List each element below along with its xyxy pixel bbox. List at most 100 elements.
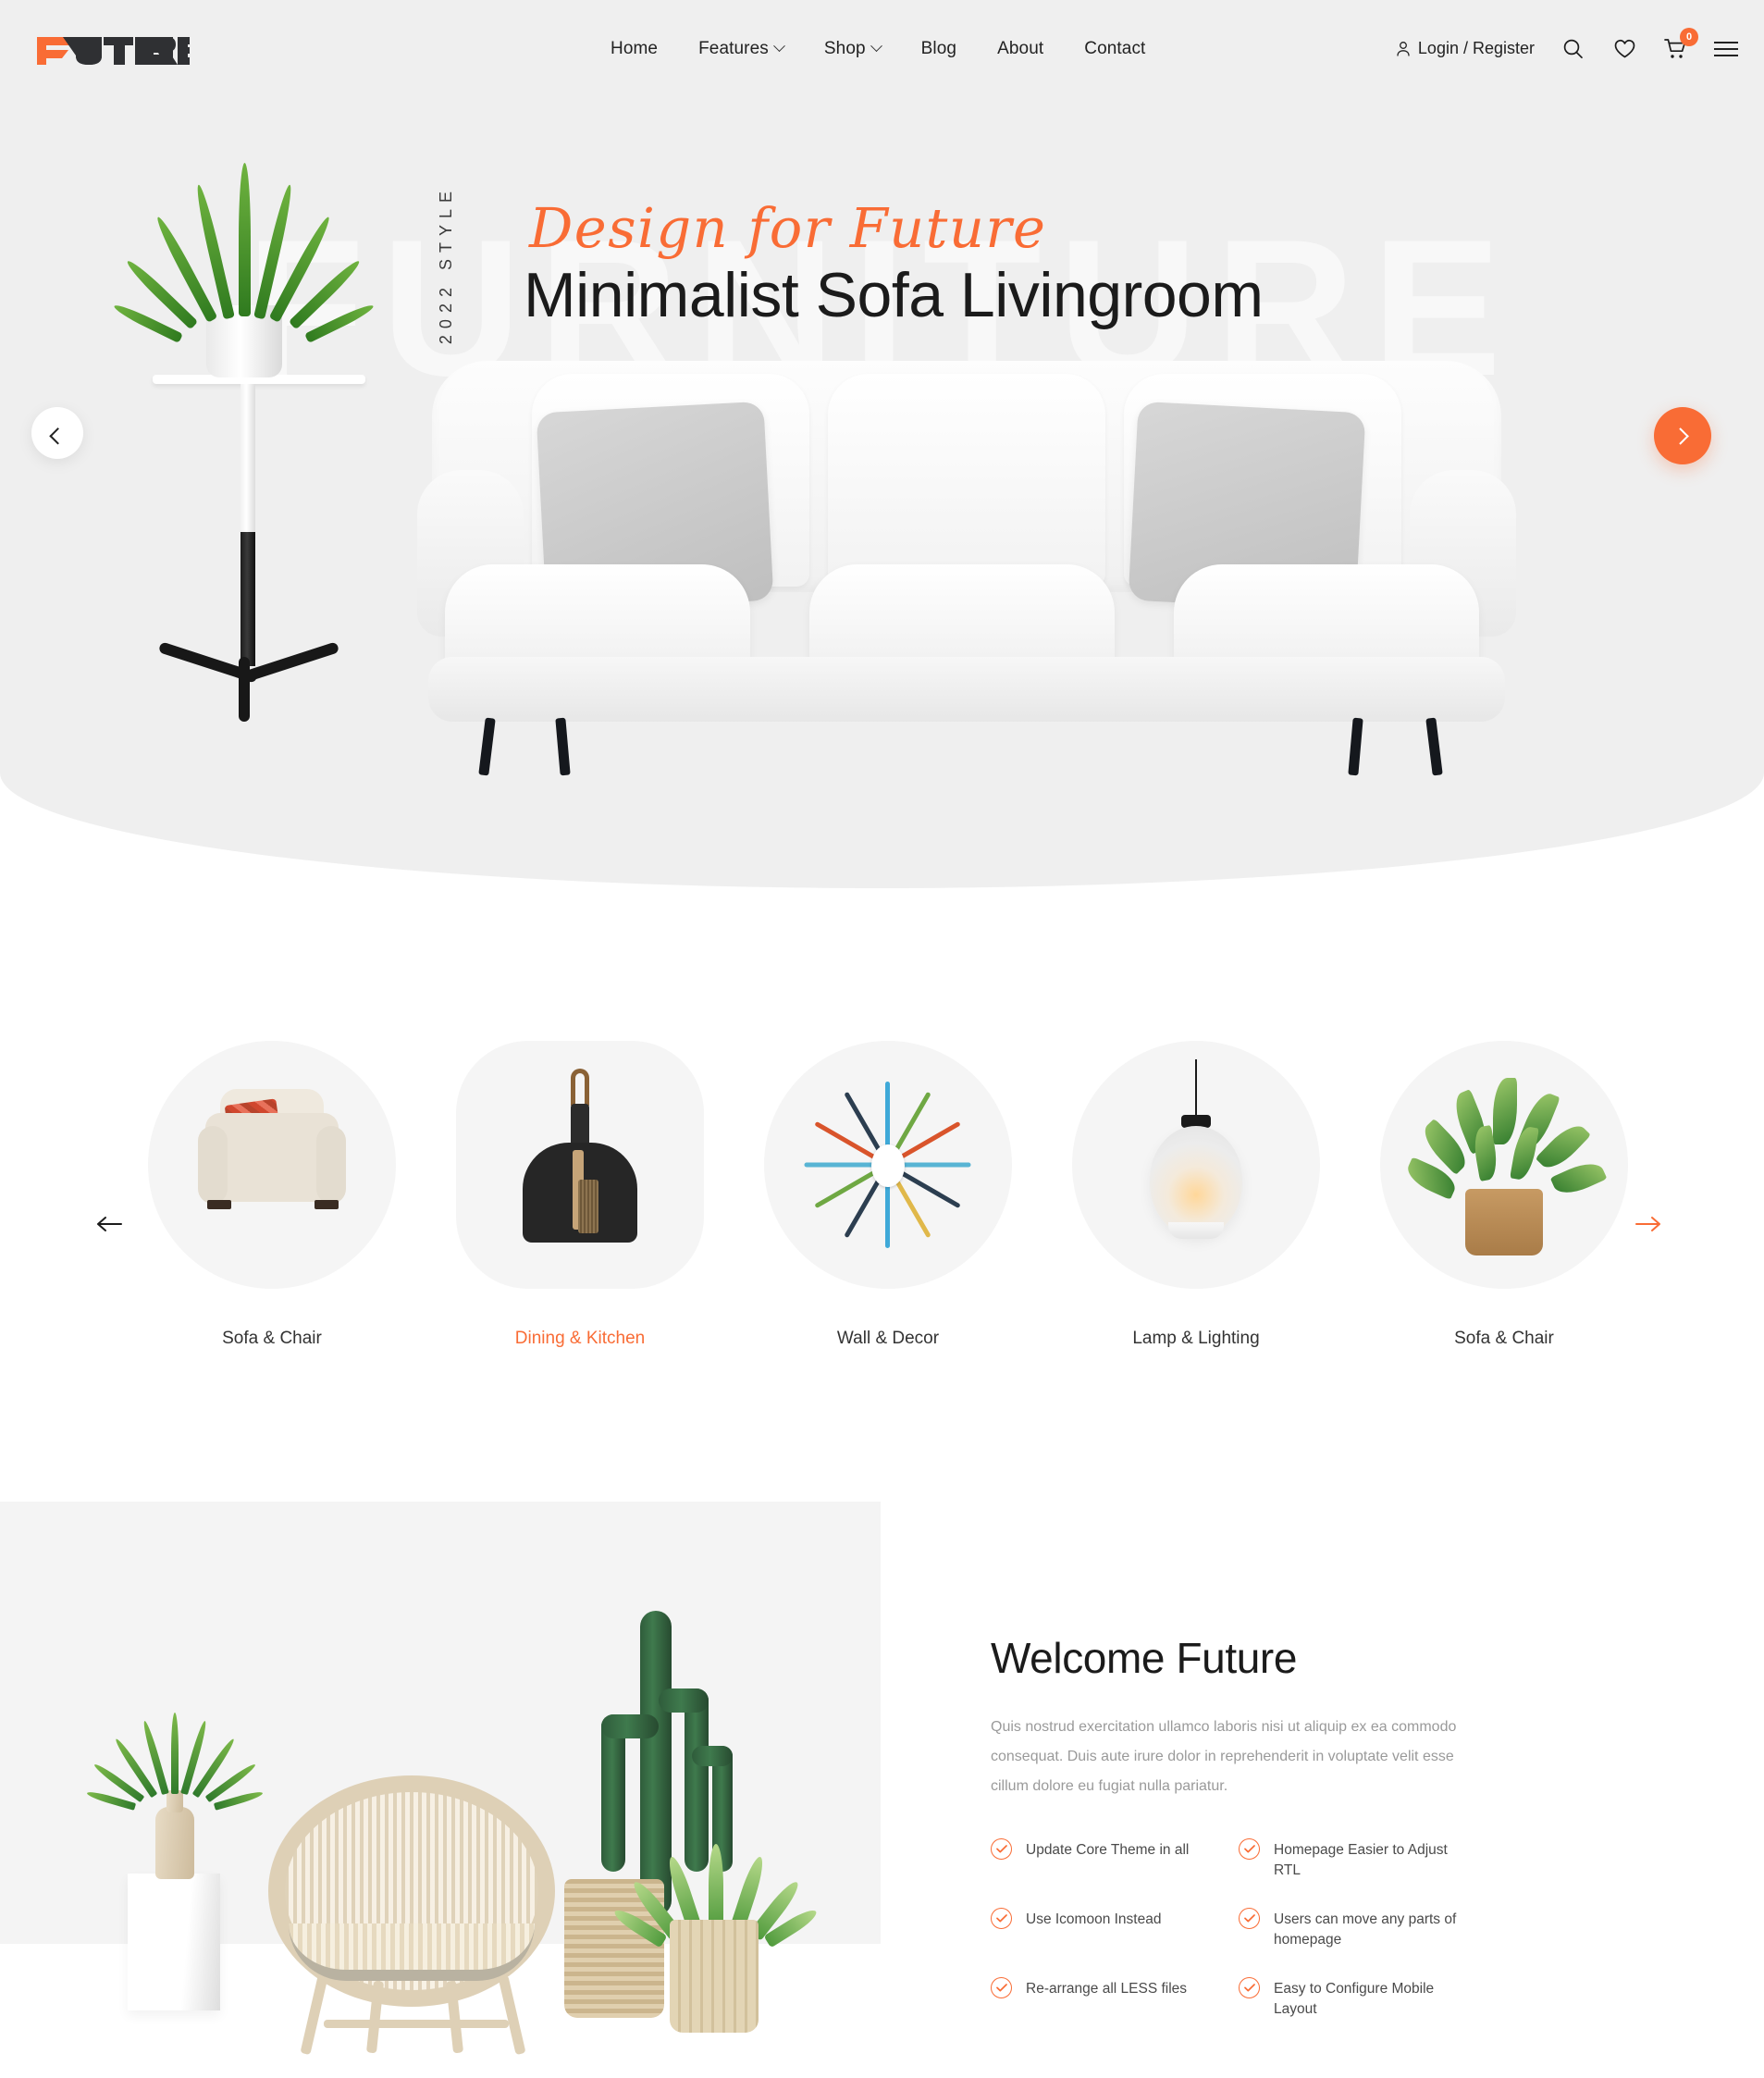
rattan-chair (268, 1775, 574, 2056)
armchair-leg-left (207, 1200, 231, 1209)
login-register-link[interactable]: Login / Register (1396, 39, 1535, 58)
rattan-chair-leg (300, 1974, 328, 2056)
lamp-cord (1195, 1059, 1197, 1117)
category-label: Sofa & Chair (1454, 1329, 1554, 1348)
category-label: Lamp & Lighting (1132, 1329, 1260, 1348)
lamp-base (1168, 1222, 1224, 1239)
welcome-title: Welcome Future (991, 1634, 1297, 1682)
feature-item: Update Core Theme in all (991, 1838, 1239, 1882)
nav-item-blog[interactable]: Blog (921, 39, 956, 59)
future-logo-icon (37, 37, 190, 65)
category-label: Sofa & Chair (222, 1329, 322, 1348)
lamp-globe (1150, 1126, 1242, 1237)
dustpan-handle (571, 1104, 589, 1146)
nav-label: About (997, 38, 1044, 58)
check-circle-icon (1239, 1976, 1260, 1998)
hero-plant-stand-illustration (112, 163, 416, 768)
hero-next-button[interactable] (1654, 407, 1711, 464)
chevron-right-icon (1671, 427, 1689, 445)
hero-sofa-illustration (417, 361, 1516, 776)
sofa-leg (555, 717, 571, 776)
feature-item: Users can move any parts of homepage (1239, 1907, 1486, 1951)
nav-item-shop[interactable]: Shop (824, 39, 882, 59)
check-circle-icon (991, 1976, 1012, 1998)
hamburger-icon-line (1714, 54, 1738, 56)
feature-label: Homepage Easier to Adjust RTL (1274, 1842, 1448, 1879)
category-prev-button[interactable] (91, 1206, 128, 1243)
category-item-wall-decor[interactable]: Wall & Decor (764, 1041, 1012, 1349)
side-table-foot-center (239, 657, 250, 722)
hero-style-label: 2022 STYLE (437, 185, 455, 345)
chevron-left-icon (48, 427, 67, 445)
category-thumbnail (764, 1041, 1012, 1289)
wishlist-button[interactable] (1610, 35, 1638, 63)
sofa-leg (1425, 717, 1443, 776)
heart-icon (1614, 39, 1634, 58)
clock-face (871, 1144, 905, 1187)
feature-item: Use Icomoon Instead (991, 1907, 1239, 1951)
category-label: Wall & Decor (836, 1329, 940, 1348)
cart-count-badge: 0 (1680, 27, 1698, 46)
feature-label: Easy to Configure Mobile Layout (1274, 1980, 1435, 2018)
plant-leaf (1493, 1078, 1517, 1144)
nav-label: Contact (1084, 38, 1146, 58)
nav-label: Home (611, 38, 659, 58)
cart-button[interactable]: 0 (1662, 27, 1698, 63)
nav-label: Blog (920, 38, 957, 58)
chevron-down-icon (870, 40, 882, 53)
cork-planter (1465, 1189, 1543, 1255)
hamburger-icon-line (1714, 41, 1738, 43)
cactus-trunk (640, 1611, 672, 1916)
header-actions: Login / Register 0 (1396, 0, 1738, 97)
nav-item-about[interactable]: About (997, 39, 1043, 59)
dustpan-icon (456, 1041, 704, 1289)
rattan-chair-seat (289, 1923, 535, 1981)
cactus-arm (659, 1688, 709, 1713)
nav-item-features[interactable]: Features (698, 38, 785, 59)
plant-leaf (1510, 1124, 1539, 1181)
search-icon (1563, 39, 1583, 59)
cactus-arm (685, 1688, 709, 1872)
user-icon (1397, 42, 1410, 56)
category-item-dining-kitchen[interactable]: Dining & Kitchen (456, 1041, 704, 1349)
hero-section: FURNITURE 2022 STYLE Design for Future M… (0, 0, 1764, 888)
sofa-leg (1348, 717, 1363, 776)
login-label: Login / Register (1417, 39, 1535, 57)
category-thumbnail (148, 1041, 396, 1289)
nav-item-home[interactable]: Home (611, 39, 658, 59)
rattan-chair-leg (498, 1974, 526, 2056)
category-next-button[interactable] (1630, 1206, 1667, 1243)
category-item-sofa-chair-1[interactable]: Sofa & Chair (148, 1041, 396, 1349)
category-item-sofa-chair-2[interactable]: Sofa & Chair (1380, 1041, 1628, 1349)
succulent-planter (670, 1920, 759, 2033)
main-navigation: Home Features Shop Blog About Contact (611, 0, 1145, 97)
brush-bristles (578, 1180, 598, 1233)
hero-title: Minimalist Sofa Livingroom (524, 260, 1264, 330)
pendant-lamp-icon (1072, 1041, 1320, 1289)
starburst-clock-icon (764, 1041, 1012, 1289)
cactus-arm (692, 1746, 733, 1766)
sofa-back-cushion (828, 374, 1105, 587)
ceramic-vase (155, 1807, 194, 1879)
sofa-leg (478, 717, 496, 776)
welcome-illustration (0, 1502, 881, 2078)
nav-item-contact[interactable]: Contact (1084, 39, 1145, 59)
chevron-down-icon (773, 40, 785, 53)
feature-label: Re-arrange all LESS files (1026, 1980, 1188, 1997)
brand-logo[interactable] (37, 28, 190, 68)
nav-label: Features (698, 38, 769, 58)
hero-prev-button[interactable] (31, 407, 83, 459)
category-item-lamp-lighting[interactable]: Lamp & Lighting (1072, 1041, 1320, 1349)
feature-item: Homepage Easier to Adjust RTL (1239, 1838, 1486, 1882)
armchair-arm-right (316, 1126, 346, 1204)
search-button[interactable] (1559, 35, 1586, 63)
arrow-right-icon (1635, 1217, 1660, 1231)
category-label: Dining & Kitchen (514, 1329, 646, 1348)
side-table-stem-upper (241, 384, 255, 541)
dustpan-leather-loop (571, 1069, 589, 1106)
feature-list: Update Core Theme in all Homepage Easier… (991, 1838, 1509, 2021)
menu-button[interactable] (1714, 35, 1738, 63)
armchair-leg-right (315, 1200, 339, 1209)
check-circle-icon (1239, 1838, 1260, 1860)
feature-label: Users can move any parts of homepage (1274, 1911, 1457, 1948)
